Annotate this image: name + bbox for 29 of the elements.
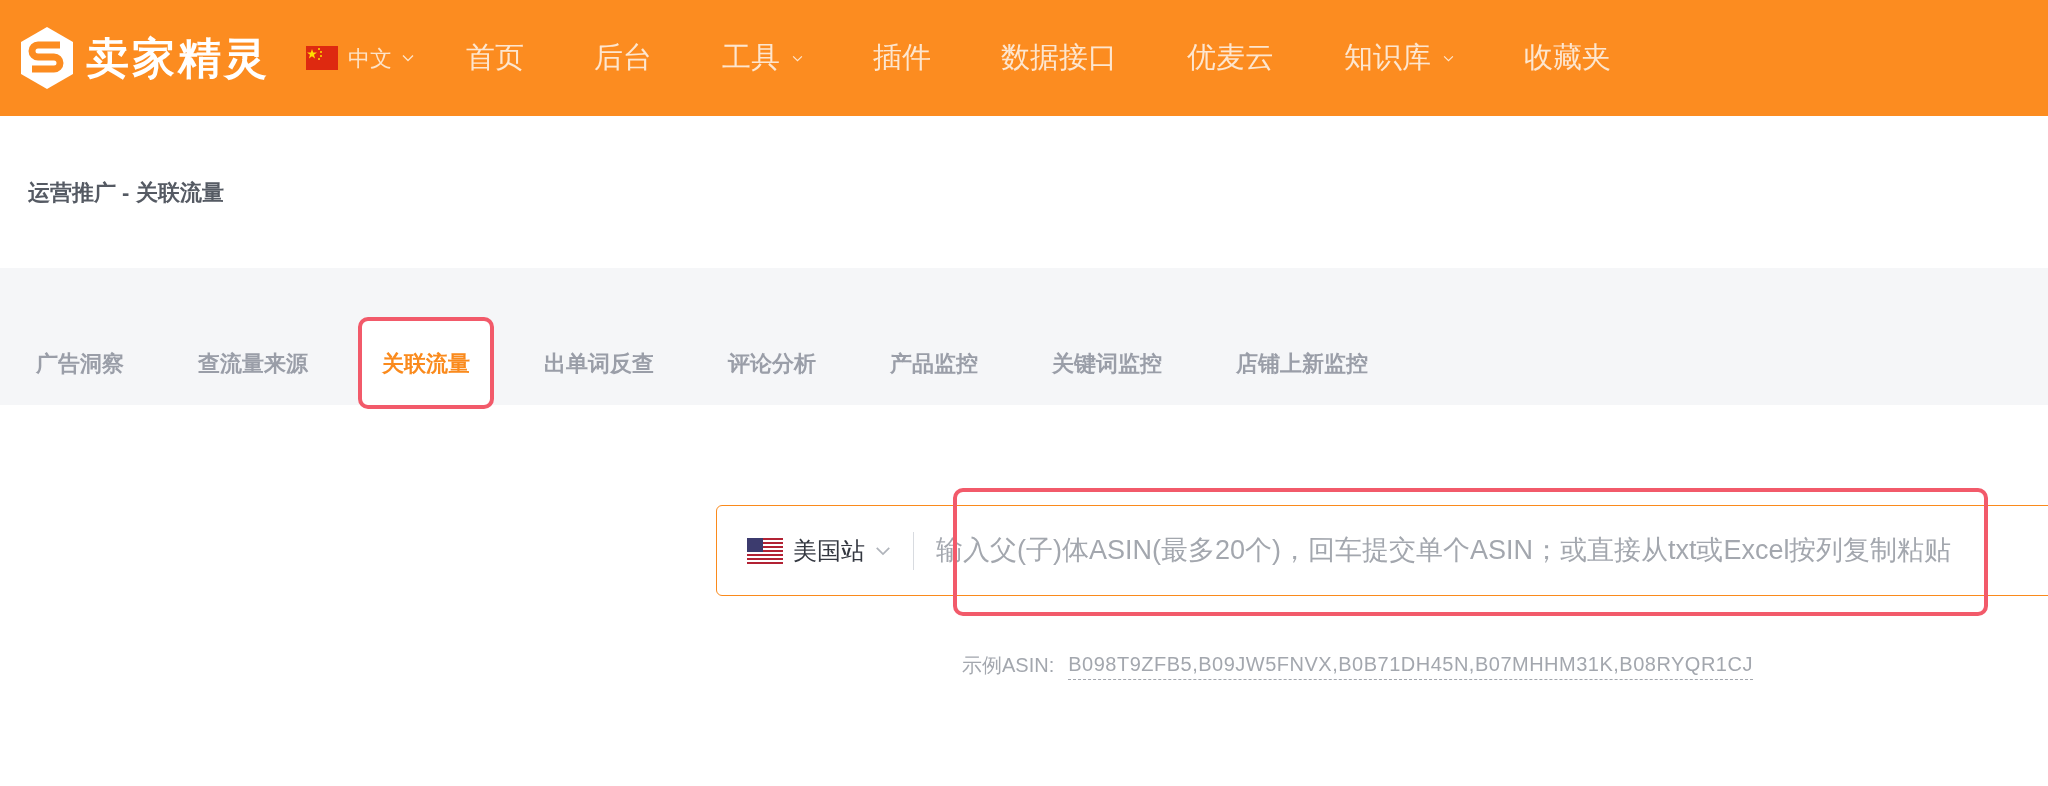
chevron-down-icon [1443,54,1454,62]
flag-icon [306,46,338,70]
tab[interactable]: 广告洞察 [14,321,146,405]
chevron-down-icon [402,54,414,62]
nav-link[interactable]: 首页 [466,36,524,80]
language-selector[interactable]: 中文 [306,41,414,75]
nav-link[interactable]: 收藏夹 [1524,36,1611,80]
tab[interactable]: 产品监控 [868,321,1000,405]
brand-name: 卖家精灵 [86,32,270,84]
nav-link[interactable]: 插件 [873,36,931,80]
nav-link[interactable]: 数据接口 [1001,36,1117,80]
example-asin-link[interactable]: B098T9ZFB5,B09JW5FNVX,B0B71DH45N,B07MHHM31K,B08RYQR1CJ [1068,649,1753,680]
tab[interactable]: 出单词反查 [522,321,676,405]
tab[interactable]: 查流量来源 [176,321,330,405]
tab[interactable]: 关联流量 [360,321,492,405]
breadcrumb: 运营推广 - 关联流量 [28,178,224,207]
tab[interactable]: 店铺上新监控 [1214,321,1390,405]
nav-link[interactable]: 知识库 [1344,36,1454,80]
flag-icon [747,537,783,564]
nav-link[interactable]: 工具 [722,36,803,80]
example-label: 示例ASIN: [962,652,1055,678]
nav-link[interactable]: 后台 [594,36,652,80]
chevron-down-icon [875,545,891,556]
logo-icon [18,25,76,91]
tab[interactable]: 关键词监控 [1030,321,1184,405]
marketplace-selector[interactable]: 美国站 [717,532,913,569]
chevron-down-icon [792,54,803,62]
nav-link[interactable]: 优麦云 [1187,36,1274,80]
tab[interactable]: 评论分析 [706,321,838,405]
